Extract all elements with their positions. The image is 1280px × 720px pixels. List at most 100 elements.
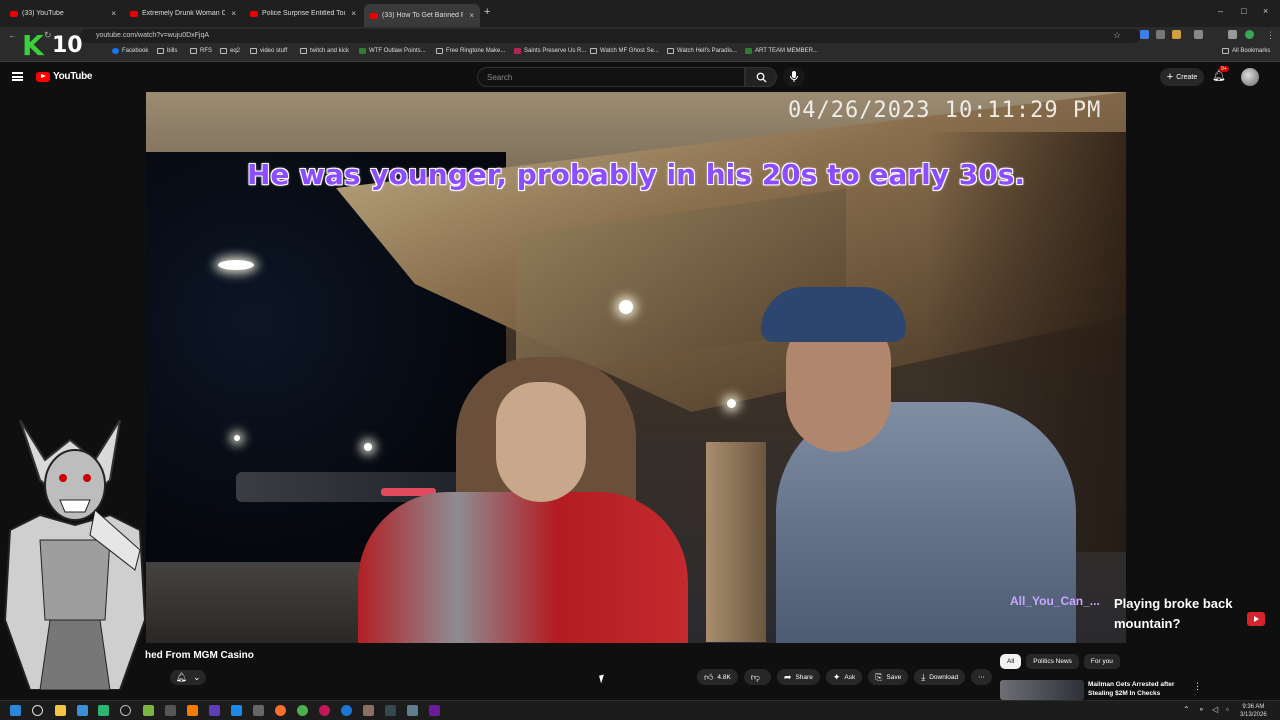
extensions-puzzle-icon[interactable] <box>1194 30 1203 39</box>
close-tab-icon[interactable]: × <box>231 9 236 18</box>
more-actions-button[interactable]: ⋯ <box>971 669 992 685</box>
recommendation-title[interactable]: Mailman Gets Arrested after Stealing $2M… <box>1088 680 1188 698</box>
folder-icon <box>190 48 197 54</box>
url-field[interactable]: youtube.com/watch?v=wuju0DxFjqA <box>80 29 1140 43</box>
downloads-icon[interactable] <box>1228 30 1237 39</box>
bookmark-item[interactable]: WTF Outlaw Points... <box>359 48 426 54</box>
app-icon[interactable] <box>120 705 131 716</box>
app-icon[interactable] <box>253 705 264 716</box>
bookmarks-bar: Facebook bills RFS eq2 video stuff twitc… <box>0 45 1280 62</box>
screen: (33) YouTube × Extremely Drunk Woman Cra… <box>0 0 1280 720</box>
browser-tab[interactable]: Extremely Drunk Woman Crash × <box>124 5 242 22</box>
site-icon <box>436 48 443 54</box>
app-icon[interactable] <box>143 705 154 716</box>
chip-all[interactable]: All <box>1000 654 1022 669</box>
ask-button[interactable]: ✦ Ask <box>825 669 863 685</box>
bookmark-folder[interactable]: video stuff <box>250 48 287 54</box>
recommendation-more-icon[interactable]: ⋮ <box>1193 681 1202 692</box>
youtube-favicon-icon <box>10 10 18 17</box>
extension-icon[interactable] <box>1156 30 1165 39</box>
app-icon[interactable] <box>429 705 440 716</box>
app-icon[interactable] <box>209 705 220 716</box>
search-button[interactable] <box>745 67 777 87</box>
app-icon[interactable] <box>319 705 330 716</box>
video-actions: 👍︎ 4.8K 👎︎ ➦ Share ✦ Ask ⎘ Save ⤓ Download ⋯ <box>697 669 992 685</box>
voice-search-button[interactable] <box>783 67 805 87</box>
like-button[interactable]: 👍︎ 4.8K <box>697 669 738 685</box>
close-tab-icon[interactable]: × <box>469 11 474 20</box>
more-icon: ⋯ <box>978 674 985 681</box>
settings-icon[interactable] <box>407 705 418 716</box>
firefox-icon[interactable] <box>275 705 286 716</box>
windows-start-icon[interactable] <box>10 705 21 716</box>
app-icon[interactable] <box>385 705 396 716</box>
chat-message: Playing broke back mountain? <box>1114 596 1233 631</box>
tab-title: Extremely Drunk Woman Crash <box>142 10 226 17</box>
app-icon[interactable] <box>77 705 88 716</box>
extension-icon[interactable] <box>1172 30 1181 39</box>
chip-for-you[interactable]: For you <box>1083 654 1120 669</box>
bookmark-folder[interactable]: bills <box>157 48 177 54</box>
back-icon[interactable]: ← <box>8 30 17 40</box>
search-placeholder: Search <box>487 73 513 82</box>
bookmark-item[interactable]: Watch MF Ghost Se... <box>590 48 659 54</box>
dislike-button[interactable]: 👎︎ <box>743 669 771 685</box>
app-icon[interactable] <box>363 705 374 716</box>
bookmark-item[interactable]: Saints Preserve Us R... <box>514 48 586 54</box>
tray-icon[interactable]: ▫ <box>1226 705 1229 714</box>
share-button[interactable]: ➦ Share <box>776 669 820 685</box>
avatar[interactable] <box>1241 68 1259 86</box>
site-icon <box>359 48 366 54</box>
video-player[interactable]: 04/26/2023 10:11:29 PM He was younger, p… <box>146 92 1126 643</box>
system-clock[interactable]: 9:36 AM 3/13/2026 <box>1240 703 1267 719</box>
app-icon[interactable] <box>187 705 198 716</box>
browser-menu-icon[interactable]: ⋮ <box>1266 30 1275 41</box>
app-icon[interactable] <box>98 705 109 716</box>
browser-tab-active[interactable]: (33) How To Get Banned Fr × <box>364 4 480 27</box>
channel-overlay-logo: K 10 <box>22 31 86 61</box>
subscription-bell-button[interactable]: 🔔︎ ⌄ <box>170 670 206 685</box>
close-tab-icon[interactable]: × <box>351 9 356 18</box>
bookmark-item[interactable]: Facebook <box>112 48 148 54</box>
close-window-icon[interactable]: × <box>1263 6 1268 16</box>
chip-politics-news[interactable]: Politics News <box>1026 654 1079 669</box>
search-icon <box>756 72 767 83</box>
maximize-icon[interactable]: □ <box>1241 6 1246 16</box>
hamburger-menu-icon[interactable] <box>12 72 23 81</box>
all-bookmarks[interactable]: All Bookmarks <box>1222 48 1270 54</box>
profile-icon[interactable] <box>1245 30 1254 39</box>
app-icon[interactable] <box>165 705 176 716</box>
extension-icon[interactable] <box>1140 30 1149 39</box>
bookmark-folder[interactable]: twitch and kick <box>300 48 349 54</box>
video-subtitle: He was younger, probably in his 20s to e… <box>246 158 1025 191</box>
browser-tab[interactable]: (33) YouTube × <box>4 5 122 22</box>
app-icon[interactable] <box>341 705 352 716</box>
app-icon[interactable] <box>231 705 242 716</box>
youtube-logo[interactable]: YouTube <box>36 71 93 82</box>
volume-icon[interactable]: ◁ <box>1212 705 1218 714</box>
chrome-icon[interactable] <box>297 705 308 716</box>
browser-tab[interactable]: Police Surprise Entitled Tourist × <box>244 5 362 22</box>
address-bar-row: ← ↻ youtube.com/watch?v=wuju0DxFjqA ☆ ⋮ <box>0 27 1280 45</box>
bookmark-item[interactable]: Watch Hell's Paradis... <box>667 48 737 54</box>
recommendation-thumbnail[interactable] <box>1000 680 1084 700</box>
create-button[interactable]: + Create <box>1160 68 1204 86</box>
video-person-man-cap <box>761 287 906 342</box>
bookmark-item[interactable]: Free Ringtone Make... <box>436 48 505 54</box>
bookmark-folder[interactable]: eq2 <box>220 48 240 54</box>
tray-chevron-icon[interactable]: ⌃ <box>1183 705 1190 714</box>
bookmark-folder[interactable]: RFS <box>190 48 212 54</box>
bookmark-item[interactable]: ART TEAM MEMBER... <box>745 48 818 54</box>
minimize-icon[interactable]: – <box>1218 6 1223 16</box>
browser-tab-strip: (33) YouTube × Extremely Drunk Woman Cra… <box>0 0 1280 27</box>
notifications-button[interactable]: 🔔︎ 9+ <box>1212 66 1229 82</box>
bookmark-star-icon[interactable]: ☆ <box>1113 30 1121 41</box>
close-tab-icon[interactable]: × <box>111 9 116 18</box>
file-explorer-icon[interactable] <box>55 705 66 716</box>
search-icon[interactable] <box>32 705 43 716</box>
network-icon[interactable]: ⚬ <box>1198 705 1205 714</box>
search-input[interactable]: Search <box>477 67 745 87</box>
new-tab-icon[interactable]: + <box>484 6 490 18</box>
save-button[interactable]: ⎘ Save <box>868 669 909 685</box>
download-button[interactable]: ⤓ Download <box>914 669 966 685</box>
